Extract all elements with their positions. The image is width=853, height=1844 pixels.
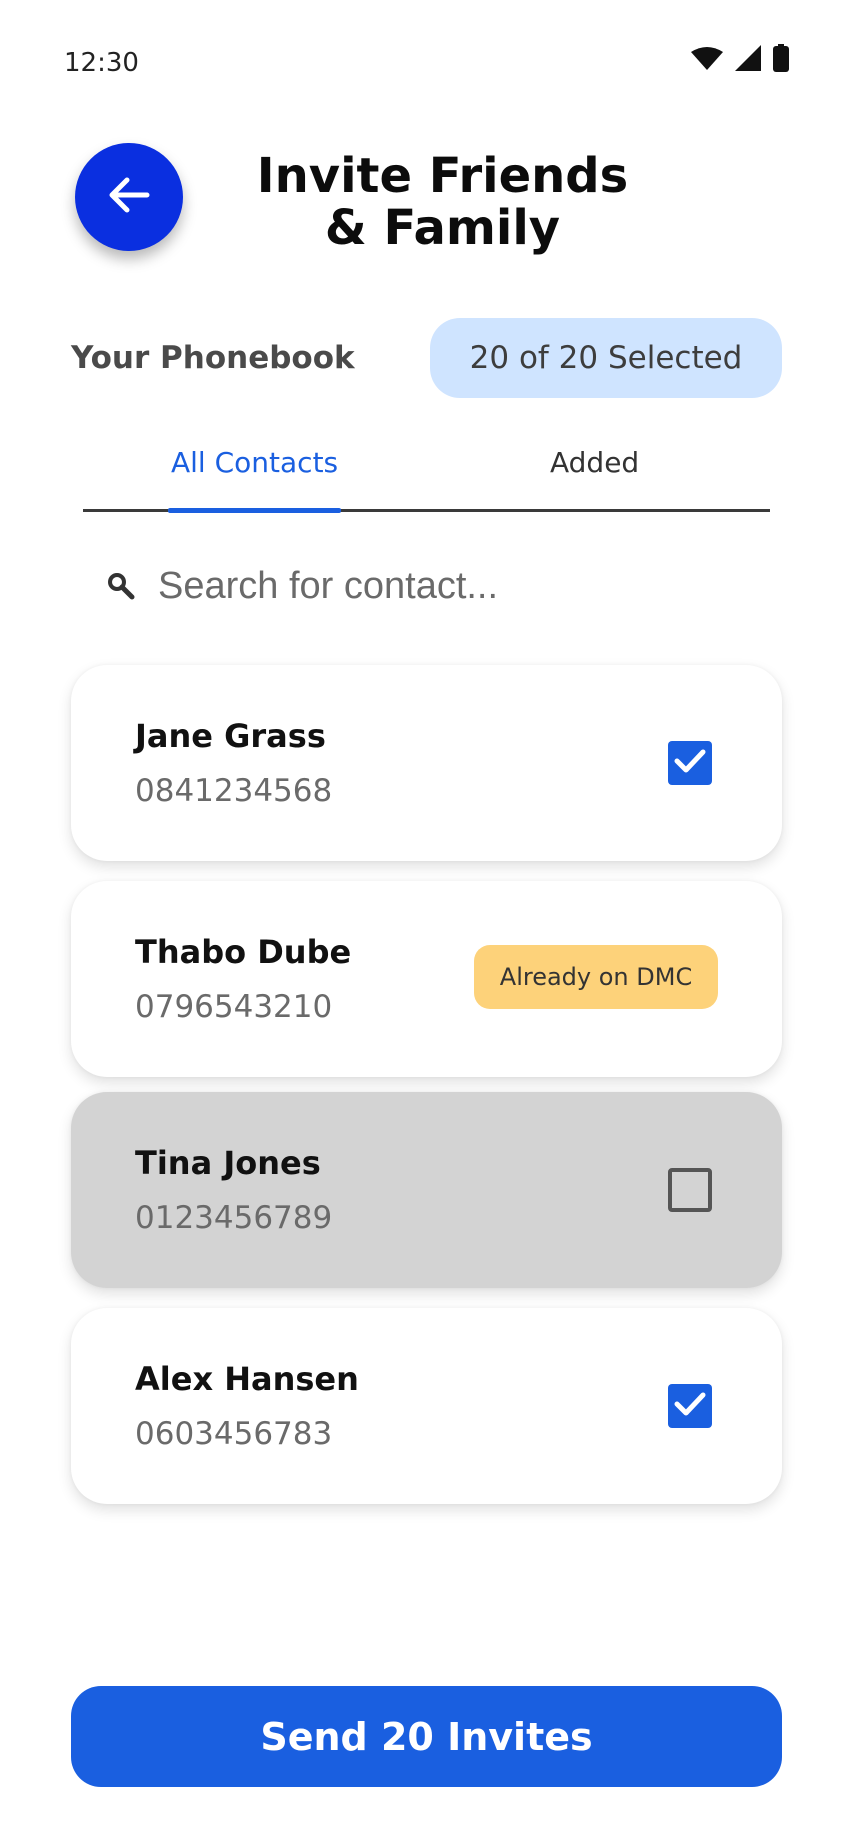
search-icon <box>106 571 146 601</box>
tab-added[interactable]: Added <box>550 446 639 479</box>
contact-checkbox[interactable] <box>668 1168 712 1212</box>
signal-icon <box>735 45 761 75</box>
search-input[interactable] <box>158 564 758 608</box>
status-time: 12:30 <box>64 48 139 78</box>
tab-bar: All Contacts Added <box>83 440 770 513</box>
contact-checkbox[interactable] <box>668 1384 712 1428</box>
search-bar <box>70 550 782 622</box>
status-bar: 12:30 <box>0 0 853 100</box>
active-tab-indicator <box>168 508 341 513</box>
arrow-left-icon <box>107 175 151 219</box>
check-icon <box>674 1391 706 1421</box>
already-on-dmc-badge: Already on DMC <box>474 945 718 1009</box>
contact-card[interactable]: Thabo Dube 0796543210 Already on DMC <box>71 881 782 1077</box>
contact-checkbox[interactable] <box>668 741 712 785</box>
contact-name: Thabo Dube <box>135 933 352 971</box>
phonebook-label: Your Phonebook <box>71 340 355 376</box>
selected-count-badge: 20 of 20 Selected <box>430 318 782 398</box>
contact-name: Tina Jones <box>135 1144 321 1182</box>
contact-name: Jane Grass <box>135 717 326 755</box>
contact-phone: 0841234568 <box>135 773 333 809</box>
contact-phone: 0796543210 <box>135 989 333 1025</box>
back-button[interactable] <box>75 143 183 251</box>
tab-all-contacts[interactable]: All Contacts <box>171 446 338 479</box>
contact-card[interactable]: Alex Hansen 0603456783 <box>71 1308 782 1504</box>
wifi-icon <box>691 46 723 74</box>
contact-phone: 0603456783 <box>135 1416 333 1452</box>
send-invites-button[interactable]: Send 20 Invites <box>71 1686 782 1787</box>
contact-card[interactable]: Jane Grass 0841234568 <box>71 665 782 861</box>
contact-card[interactable]: Tina Jones 0123456789 <box>71 1092 782 1288</box>
contact-phone: 0123456789 <box>135 1200 333 1236</box>
status-icons <box>691 44 789 76</box>
contact-name: Alex Hansen <box>135 1360 359 1398</box>
battery-icon <box>773 44 789 76</box>
check-icon <box>674 748 706 778</box>
page-title: Invite Friends & Family <box>256 148 629 256</box>
